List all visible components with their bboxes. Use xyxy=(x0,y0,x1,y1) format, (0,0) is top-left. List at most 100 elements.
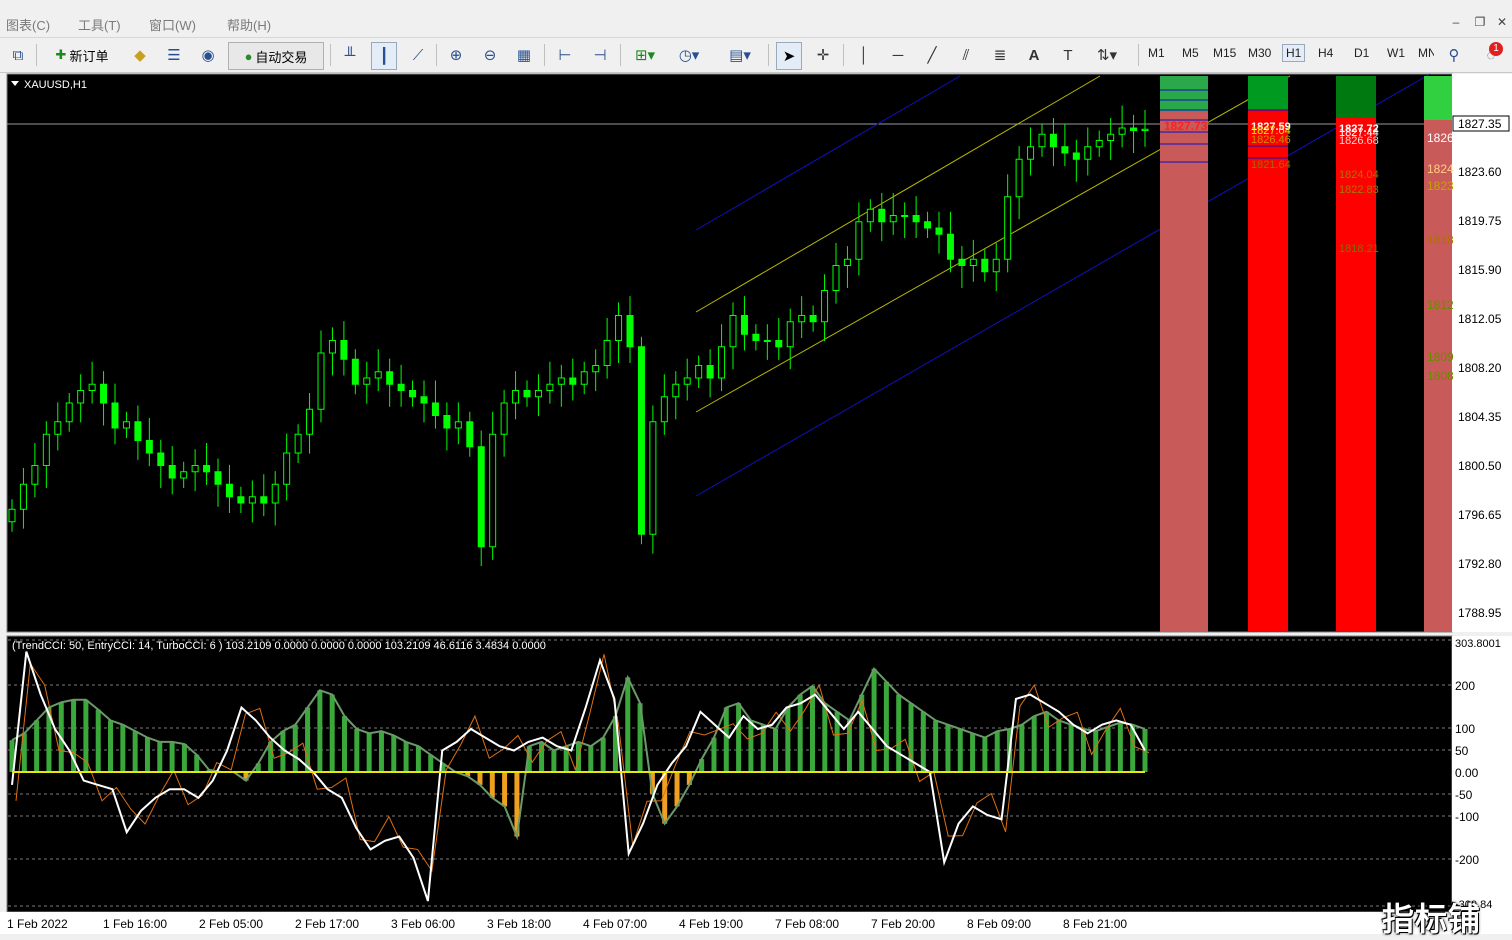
arrows-icon[interactable]: ⇅▾ xyxy=(1090,42,1124,68)
periods-icon[interactable]: ◷▾ xyxy=(672,42,706,68)
close-icon[interactable]: ✕ xyxy=(1492,15,1512,31)
candlestick-icon[interactable]: ┃ xyxy=(371,42,397,70)
candle-body xyxy=(168,465,176,479)
time-tick: 1 Feb 2022 xyxy=(7,917,68,931)
timeframe-m1[interactable]: M1 xyxy=(1148,46,1165,60)
timeframe-mn[interactable]: MN xyxy=(1418,46,1434,60)
zone-3-label: 1824.04 xyxy=(1339,169,1379,181)
zone-2-label: 1821.64 xyxy=(1251,159,1291,171)
candle-body xyxy=(534,390,542,398)
candle-body xyxy=(981,258,989,273)
candle-body xyxy=(409,390,417,398)
time-tick: 4 Feb 19:00 xyxy=(679,917,743,931)
auto-scroll-icon[interactable]: ⊣ xyxy=(588,42,612,68)
signals-icon[interactable]: ◉ xyxy=(196,42,220,68)
candle-body xyxy=(42,433,50,466)
candle-body xyxy=(546,383,554,391)
timeframe-d1[interactable]: D1 xyxy=(1354,46,1369,60)
candle-body xyxy=(157,452,165,466)
templates-icon[interactable]: ▤▾ xyxy=(720,42,760,68)
zone-3-label: 1818.21 xyxy=(1339,243,1379,255)
candle-body xyxy=(454,421,462,429)
timeframe-w1[interactable]: W1 xyxy=(1387,46,1405,60)
new-order-icon: ✚ xyxy=(55,47,67,62)
timeframe-m30[interactable]: M30 xyxy=(1248,46,1271,60)
timeframe-h4[interactable]: H4 xyxy=(1318,46,1333,60)
time-tick: 1 Feb 16:00 xyxy=(103,917,167,931)
zone-4-label: 1809 xyxy=(1427,350,1454,364)
new-order-button[interactable]: ✚ 新订单 xyxy=(44,42,120,68)
candle-body xyxy=(615,315,623,341)
new-order-label: 新订单 xyxy=(69,48,109,64)
chart-shift-icon[interactable]: ⊢ xyxy=(553,42,577,68)
menu-tools[interactable]: 工具(T) xyxy=(78,15,121,34)
menu-chart[interactable]: 图表(C) xyxy=(6,15,50,34)
fibonacci-icon[interactable]: ≣ xyxy=(988,42,1012,68)
bar-chart-icon[interactable]: ╨ xyxy=(338,42,362,68)
search-icon[interactable]: ⚲ xyxy=(1442,42,1466,68)
chart-properties-icon[interactable]: ⧉ xyxy=(5,42,31,68)
time-tick: 2 Feb 05:00 xyxy=(199,917,263,931)
crosshair-icon[interactable]: ✛ xyxy=(811,42,835,68)
candle-body xyxy=(443,415,451,429)
time-tick: 3 Feb 18:00 xyxy=(487,917,551,931)
cursor-icon[interactable]: ➤ xyxy=(776,42,802,70)
text-tool-icon[interactable]: A xyxy=(1022,42,1046,68)
minimize-icon[interactable]: – xyxy=(1446,15,1466,31)
timeframe-h1[interactable]: H1 xyxy=(1282,44,1306,62)
candle-body xyxy=(1015,158,1023,198)
equidistant-channel-icon[interactable]: ⫽ xyxy=(954,42,978,68)
candle-body xyxy=(878,208,886,223)
market-watch-icon[interactable]: ☰ xyxy=(162,42,186,68)
zone-4-top xyxy=(1424,76,1452,120)
notifications-button[interactable]: ◌ 1 xyxy=(1476,42,1506,68)
candle-body xyxy=(77,390,85,404)
time-tick: 8 Feb 21:00 xyxy=(1063,917,1127,931)
price-axis-bg xyxy=(1452,74,1512,632)
zone-column-1: 1827.73 xyxy=(1160,76,1208,632)
zone-1-body xyxy=(1160,76,1208,632)
candle-body xyxy=(637,346,645,535)
indicators-icon[interactable]: ⊞▾ xyxy=(628,42,662,68)
horizontal-line-icon[interactable]: ─ xyxy=(886,42,910,68)
candle-body xyxy=(8,508,16,523)
text-label-icon[interactable]: T xyxy=(1056,42,1080,68)
timeframe-m15[interactable]: M15 xyxy=(1213,46,1236,60)
restore-icon[interactable]: ❐ xyxy=(1470,15,1490,31)
candle-body xyxy=(1141,128,1149,131)
candle-body xyxy=(477,446,485,548)
candle-body xyxy=(145,440,153,454)
candle-body xyxy=(1072,152,1080,160)
zone-3-label: 1826.68 xyxy=(1339,135,1379,147)
candle-body xyxy=(706,365,714,379)
indicator-title: (TrendCCI: 50, EntryCCI: 14, TurboCCI: 6… xyxy=(12,640,546,652)
zone-1-label: 1827.73 xyxy=(1164,119,1208,133)
indicator-tick: 303.8001 xyxy=(1455,638,1501,650)
price-tick: 1819.75 xyxy=(1458,214,1502,228)
tile-windows-icon[interactable]: ▦ xyxy=(512,42,536,68)
candle-body xyxy=(294,433,302,454)
price-chart[interactable]: XAUUSD,H1 1827.73 1827.59 1827.04 1826.4… xyxy=(0,72,1512,934)
zone-4-label: 1808 xyxy=(1427,369,1454,383)
metaeditor-icon[interactable]: ◆ xyxy=(128,42,152,68)
candle-body xyxy=(912,215,920,223)
indicator-tick: 100 xyxy=(1455,722,1475,736)
trendline-icon[interactable]: ╱ xyxy=(920,42,944,68)
auto-trading-button[interactable]: ● 自动交易 xyxy=(228,42,324,70)
menu-help[interactable]: 帮助(H) xyxy=(227,15,271,34)
candle-body xyxy=(65,402,73,423)
zone-4-label: 1818 xyxy=(1427,233,1454,247)
price-tick: 1804.35 xyxy=(1458,410,1502,424)
vertical-line-icon[interactable]: │ xyxy=(852,42,876,68)
zoom-out-icon[interactable]: ⊖ xyxy=(478,42,502,68)
time-tick: 3 Feb 06:00 xyxy=(391,917,455,931)
line-chart-icon[interactable]: ⟋ xyxy=(406,42,430,68)
candle-body xyxy=(649,421,657,535)
candle-body xyxy=(237,496,245,504)
zoom-in-icon[interactable]: ⊕ xyxy=(444,42,468,68)
candle-body xyxy=(557,377,565,385)
candle-body xyxy=(866,208,874,223)
timeframe-m5[interactable]: M5 xyxy=(1182,46,1199,60)
menu-window[interactable]: 窗口(W) xyxy=(149,15,196,34)
indicator-tick: -100 xyxy=(1455,810,1479,824)
